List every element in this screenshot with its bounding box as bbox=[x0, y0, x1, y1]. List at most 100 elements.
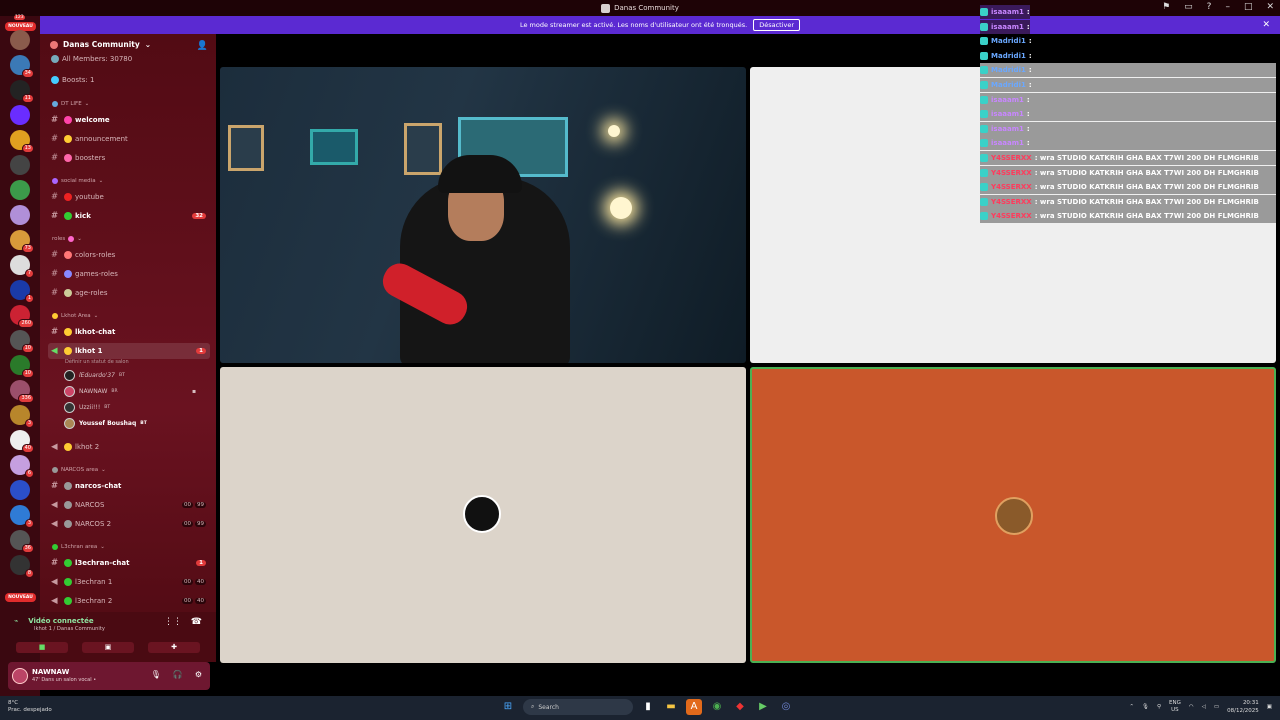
battery-icon[interactable]: ▭ bbox=[1214, 704, 1219, 710]
search-box[interactable]: ⌕ Search bbox=[523, 699, 633, 715]
wifi-icon[interactable]: ◠ bbox=[1189, 704, 1194, 710]
channel-age-roles[interactable]: # age-roles bbox=[48, 285, 210, 301]
signal-icon[interactable]: ⌁ bbox=[14, 617, 18, 625]
chrome-icon[interactable]: ◉ bbox=[709, 699, 725, 715]
category-social[interactable]: social media ⌄ bbox=[52, 178, 103, 184]
microphone-icon[interactable]: 🎙 bbox=[151, 670, 161, 679]
headphones-icon[interactable]: 🎧 bbox=[173, 670, 183, 679]
voice-channel-path[interactable]: lkhot 1 / Danas Community bbox=[34, 626, 105, 632]
server-icon[interactable]: 6 bbox=[10, 455, 34, 478]
category-lkhot[interactable]: Lkhot Area ⌄ bbox=[52, 313, 98, 319]
server-icon[interactable] bbox=[10, 105, 30, 125]
inbox-icon[interactable]: ⚑ bbox=[1162, 2, 1170, 12]
add-member-icon[interactable]: 👤 bbox=[197, 41, 208, 51]
voice-channel-lkhot2[interactable]: ◀ lkhot 2 bbox=[48, 439, 210, 455]
channel-narcos-chat[interactable]: # narcos-chat bbox=[48, 478, 210, 494]
avatar[interactable] bbox=[12, 668, 28, 684]
voice-user[interactable]: NAWNAW BR ▪ bbox=[64, 386, 196, 397]
category-dtlife[interactable]: DT LIFE ⌄ bbox=[52, 101, 89, 107]
activities-button[interactable]: ✚ bbox=[148, 642, 200, 653]
channel-announcement[interactable]: # announcement bbox=[48, 131, 210, 147]
voice-channel-l3echran2[interactable]: ◀ l3echran 2 00 40 bbox=[48, 593, 210, 609]
notification-icon[interactable]: ▣ bbox=[1267, 704, 1272, 710]
notification-badge: 36 bbox=[21, 544, 34, 553]
server-icon[interactable]: 40 bbox=[10, 430, 34, 453]
server-icon[interactable]: 7 bbox=[10, 255, 34, 278]
task-view-icon[interactable]: ▮ bbox=[640, 699, 656, 715]
speaker-icon: ◀ bbox=[51, 577, 58, 587]
server-icon[interactable] bbox=[10, 155, 30, 175]
server-icon[interactable]: 11 bbox=[10, 80, 34, 103]
server-icon[interactable]: 10 bbox=[10, 330, 34, 353]
gear-icon[interactable]: ⚙ bbox=[195, 670, 202, 679]
server-icon[interactable]: 336 bbox=[10, 380, 34, 403]
soundboard-icon[interactable]: ⋮⋮ bbox=[164, 617, 182, 627]
voice-channel-narcos[interactable]: ◀ NARCOS 00 99 bbox=[48, 497, 210, 513]
voice-user[interactable]: lEduardo'37 BT bbox=[64, 370, 125, 381]
guild-header[interactable]: Danas Community ⌄ bbox=[50, 40, 151, 49]
members-row[interactable]: All Members: 30780 bbox=[48, 54, 210, 64]
video-tile-speaking[interactable] bbox=[750, 367, 1276, 663]
channel-welcome[interactable]: # welcome bbox=[48, 112, 210, 128]
weather-widget[interactable]: 8°C Prac. despejado bbox=[8, 700, 52, 714]
clock[interactable]: 20:31 08/12/2025 bbox=[1227, 699, 1259, 715]
server-icon[interactable]: 13 bbox=[10, 130, 34, 153]
voice-channel-narcos2[interactable]: ◀ NARCOS 2 00 99 bbox=[48, 516, 210, 532]
server-icon[interactable] bbox=[10, 180, 30, 200]
disconnect-icon[interactable]: ☎ bbox=[191, 617, 202, 627]
camera-button[interactable]: ■ bbox=[16, 642, 68, 653]
discord-icon[interactable]: ◎ bbox=[778, 699, 794, 715]
app-icon[interactable]: A bbox=[686, 699, 702, 715]
language-indicator[interactable]: ENG US bbox=[1169, 700, 1181, 714]
app-icon[interactable]: ◆ bbox=[732, 699, 748, 715]
screen-icon[interactable]: ▭ bbox=[1184, 2, 1193, 12]
voice-status-hint[interactable]: Définir un statut de salon bbox=[65, 359, 129, 365]
user-status: 47' Dans un salon vocal • bbox=[32, 677, 97, 683]
server-icon[interactable]: 34 bbox=[10, 55, 34, 78]
channel-l3echran-chat[interactable]: # l3echran-chat 1 bbox=[48, 555, 210, 571]
server-icon[interactable]: 3 bbox=[10, 505, 34, 528]
channel-kick[interactable]: # kick 32 bbox=[48, 208, 210, 224]
channel-colors-roles[interactable]: # colors-roles bbox=[48, 247, 210, 263]
server-icon[interactable]: 73 bbox=[10, 230, 34, 253]
mic-tray-icon[interactable]: 🎙 bbox=[1142, 704, 1149, 710]
volume-icon[interactable]: ◁ bbox=[1202, 704, 1206, 710]
voice-channel-lkhot1[interactable]: ◀ lkhot 1 1 bbox=[48, 343, 210, 359]
server-icon[interactable]: 260 bbox=[10, 305, 34, 328]
channel-boosters[interactable]: # boosters bbox=[48, 150, 210, 166]
maximize-button[interactable]: □ bbox=[1244, 2, 1253, 12]
boosts-row[interactable]: Boosts: 1 bbox=[48, 72, 210, 88]
close-button[interactable]: ✕ bbox=[1266, 2, 1274, 12]
folder-icon[interactable]: ▬ bbox=[663, 699, 679, 715]
close-banner-icon[interactable]: ✕ bbox=[1262, 20, 1270, 30]
voice-channel-l3echran1[interactable]: ◀ l3echran 1 00 40 bbox=[48, 574, 210, 590]
channel-youtube[interactable]: # youtube bbox=[48, 189, 210, 205]
help-icon[interactable]: ? bbox=[1207, 2, 1212, 12]
server-icon[interactable] bbox=[10, 30, 30, 50]
server-icon[interactable]: 36 bbox=[10, 530, 34, 553]
voice-user[interactable]: Uzzii!!! BT bbox=[64, 402, 110, 413]
category-l3chran[interactable]: L3chran area ⌄ bbox=[52, 544, 105, 550]
channel-lkhot-chat[interactable]: # lkhot-chat bbox=[48, 324, 210, 340]
server-icon[interactable]: 10 bbox=[10, 355, 34, 378]
video-tile-avatar[interactable] bbox=[220, 367, 746, 663]
chevron-up-icon[interactable]: ⌃ bbox=[1129, 704, 1134, 710]
server-icon[interactable]: 3 bbox=[10, 405, 34, 428]
server-icon[interactable] bbox=[10, 205, 30, 225]
video-tile-stream[interactable] bbox=[220, 67, 746, 363]
windows-start-icon[interactable]: ⊞ bbox=[500, 699, 516, 715]
category-roles[interactable]: roles ⌄ bbox=[52, 236, 82, 242]
server-icon[interactable] bbox=[10, 480, 30, 500]
disable-streamer-button[interactable]: Désactiver bbox=[753, 19, 801, 31]
server-icon[interactable]: 8 bbox=[10, 555, 34, 578]
location-icon[interactable]: ⚲ bbox=[1157, 704, 1161, 710]
user-panel[interactable]: NAWNAW 47' Dans un salon vocal • 🎙 🎧 ⚙ bbox=[8, 662, 210, 690]
voice-user[interactable]: Youssef Boushaq BT bbox=[64, 418, 147, 429]
server-icon[interactable]: 1 bbox=[10, 280, 34, 303]
terminal-icon[interactable]: ▶ bbox=[755, 699, 771, 715]
channel-games-roles[interactable]: # games-roles bbox=[48, 266, 210, 282]
category-narcos[interactable]: NARCOS area ⌄ bbox=[52, 467, 106, 473]
notification-badge: 34 bbox=[21, 69, 34, 78]
minimize-button[interactable]: – bbox=[1225, 2, 1230, 12]
screen-share-button[interactable]: ▣ bbox=[82, 642, 134, 653]
